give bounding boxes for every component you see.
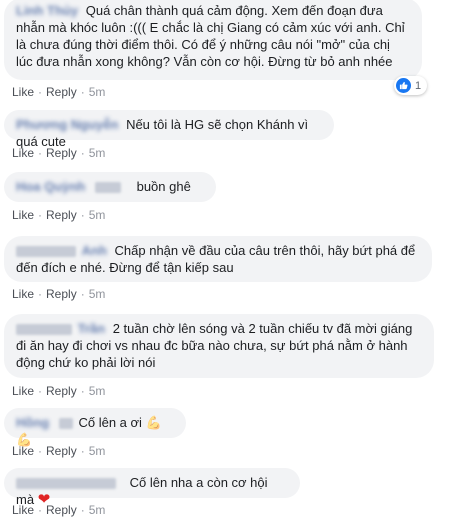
separator-dot: · [80, 146, 85, 160]
separator-dot: · [80, 384, 85, 398]
separator-dot: · [38, 146, 43, 160]
like-link[interactable]: Like [12, 503, 34, 517]
separator-dot: · [38, 208, 43, 222]
redacted-name [16, 324, 72, 336]
commenter-name[interactable]: Hoa Quỳnh [16, 178, 85, 195]
separator-dot: · [38, 384, 43, 398]
redacted-block [58, 418, 73, 430]
reply-link[interactable]: Reply [46, 384, 77, 398]
comment-bubble: Phương Nguyễn Nếu tôi là HG sẽ chọn Khán… [4, 110, 334, 149]
separator-dot: · [80, 503, 85, 517]
reaction-summary[interactable]: 1 [394, 76, 428, 95]
comment-bubble: Hồng Cố lên a ơi 💪💪 [4, 408, 186, 447]
redacted-block [94, 182, 121, 194]
separator-dot: · [80, 208, 85, 222]
like-link[interactable]: Like [12, 146, 34, 160]
commenter-name[interactable]: Trần [78, 320, 105, 337]
commenter-name[interactable]: Hồng [16, 414, 49, 431]
separator-dot: · [80, 444, 85, 458]
like-link[interactable]: Like [12, 444, 34, 458]
comment-actions: Like · Reply · 5m [12, 146, 105, 160]
comment-actions: Like · Reply · 5m [12, 444, 105, 458]
comment-bubble: Cố lên nha a còn cơ hội mà ❤ [4, 468, 300, 508]
reply-link[interactable]: Reply [46, 503, 77, 517]
comment-bubble: Anh Chấp nhận về đầu của câu trên thôi, … [4, 236, 432, 282]
separator-dot: · [80, 85, 85, 99]
redacted-name [16, 246, 76, 258]
comment-time[interactable]: 5m [89, 287, 106, 301]
comment-time[interactable]: 5m [89, 146, 106, 160]
comment-time[interactable]: 5m [89, 503, 106, 517]
like-link[interactable]: Like [12, 287, 34, 301]
like-link[interactable]: Like [12, 208, 34, 222]
comment-actions: Like · Reply · 5m [12, 503, 105, 517]
reply-link[interactable]: Reply [46, 287, 77, 301]
reaction-count: 1 [415, 79, 422, 92]
comment-actions: Like · Reply · 5m [12, 287, 105, 301]
comment-time[interactable]: 5m [89, 444, 106, 458]
comment-actions: Like · Reply · 5m [12, 85, 105, 99]
comment-bubble: Trần 2 tuần chờ lên sóng và 2 tuần chiếu… [4, 314, 434, 378]
comment-time[interactable]: 5m [89, 208, 106, 222]
comment-bubble: Linh Thủy Quá chân thành quá cảm động. X… [4, 0, 422, 80]
comment-time[interactable]: 5m [89, 85, 106, 99]
thumbs-up-icon [396, 78, 411, 93]
redacted-name [16, 478, 116, 490]
comment-actions: Like · Reply · 5m [12, 384, 105, 398]
reply-link[interactable]: Reply [46, 85, 77, 99]
commenter-name[interactable]: Phương Nguyễn [16, 116, 118, 133]
comment-text: 2 tuần chờ lên sóng và 2 tuần chiếu tv đ… [16, 321, 413, 370]
like-link[interactable]: Like [12, 85, 34, 99]
comment-bubble: Hoa Quỳnh buồn ghê [4, 172, 216, 202]
reply-link[interactable]: Reply [46, 146, 77, 160]
reply-link[interactable]: Reply [46, 444, 77, 458]
separator-dot: · [38, 503, 43, 517]
separator-dot: · [80, 287, 85, 301]
comment-text: buồn ghê [136, 179, 191, 194]
separator-dot: · [38, 444, 43, 458]
separator-dot: · [38, 287, 43, 301]
commenter-name[interactable]: Linh Thủy [16, 2, 78, 19]
commenter-name[interactable]: Anh [82, 242, 107, 259]
comment-text: Cố lên a ơi [78, 415, 142, 430]
comment-time[interactable]: 5m [89, 384, 106, 398]
separator-dot: · [38, 85, 43, 99]
comment-actions: Like · Reply · 5m [12, 208, 105, 222]
reply-link[interactable]: Reply [46, 208, 77, 222]
like-link[interactable]: Like [12, 384, 34, 398]
